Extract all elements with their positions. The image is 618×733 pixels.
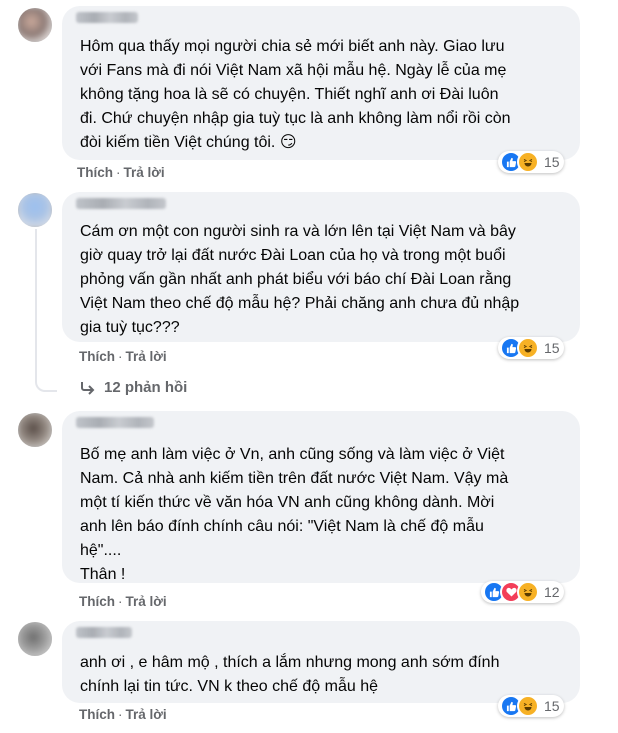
reply-arrow-icon [81, 381, 95, 395]
reaction-summary[interactable]: 15 [498, 337, 564, 359]
replies-count-label: 12 phản hồi [104, 379, 188, 396]
thread-connector [35, 374, 57, 392]
haha-icon [517, 151, 539, 173]
comment-text: Hôm qua thấy mọi người chia sẻ mới biết … [80, 38, 511, 151]
comment-actions: Thích · Trả lời [77, 165, 165, 180]
author-name-blurred[interactable] [76, 417, 154, 428]
comment-bubble: Cám ơn một con người sinh ra và lớn lên … [62, 192, 580, 342]
reaction-count: 15 [544, 154, 560, 170]
like-button[interactable]: Thích [79, 594, 115, 609]
author-name-blurred[interactable] [76, 627, 132, 638]
haha-icon [517, 695, 539, 717]
comment-text: Cám ơn một con người sinh ra và lớn lên … [80, 223, 520, 336]
like-button[interactable]: Thích [77, 165, 113, 180]
reaction-summary[interactable]: 12 [481, 581, 564, 603]
reaction-summary[interactable]: 15 [498, 151, 564, 173]
comment-text: anh ơi , e hâm mộ , thích a lắm nhưng mo… [80, 654, 500, 695]
comment-bubble: Hôm qua thấy mọi người chia sẻ mới biết … [62, 6, 580, 160]
author-name-blurred[interactable] [76, 198, 166, 209]
separator-dot: · [118, 707, 123, 722]
comment-text: Bố mẹ anh làm việc ở Vn, anh cũng sống v… [80, 446, 509, 583]
comment-actions: Thích · Trả lời [79, 594, 167, 609]
reaction-count: 15 [544, 340, 560, 356]
reply-button[interactable]: Trả lời [126, 707, 167, 722]
separator-dot: · [118, 594, 123, 609]
avatar[interactable] [18, 413, 52, 447]
author-name-blurred[interactable] [76, 12, 138, 23]
haha-icon [517, 337, 539, 359]
comment-actions: Thích · Trả lời [79, 707, 167, 722]
view-replies-button[interactable]: 12 phản hồi [80, 379, 187, 396]
avatar[interactable] [18, 8, 52, 42]
comment-bubble: anh ơi , e hâm mộ , thích a lắm nhưng mo… [62, 621, 580, 703]
separator-dot: · [116, 165, 121, 180]
comment-bubble: Bố mẹ anh làm việc ở Vn, anh cũng sống v… [62, 411, 580, 583]
like-button[interactable]: Thích [79, 349, 115, 364]
separator-dot: · [118, 349, 123, 364]
reaction-count: 15 [544, 698, 560, 714]
haha-icon [517, 581, 539, 603]
reply-button[interactable]: Trả lời [126, 349, 167, 364]
like-button[interactable]: Thích [79, 707, 115, 722]
avatar[interactable] [18, 193, 52, 227]
reply-button[interactable]: Trả lời [126, 594, 167, 609]
comment-actions: Thích · Trả lời [79, 349, 167, 364]
thread-line [35, 229, 37, 376]
reaction-count: 12 [544, 584, 560, 600]
reply-button[interactable]: Trả lời [124, 165, 165, 180]
avatar[interactable] [18, 622, 52, 656]
reaction-summary[interactable]: 15 [498, 695, 564, 717]
